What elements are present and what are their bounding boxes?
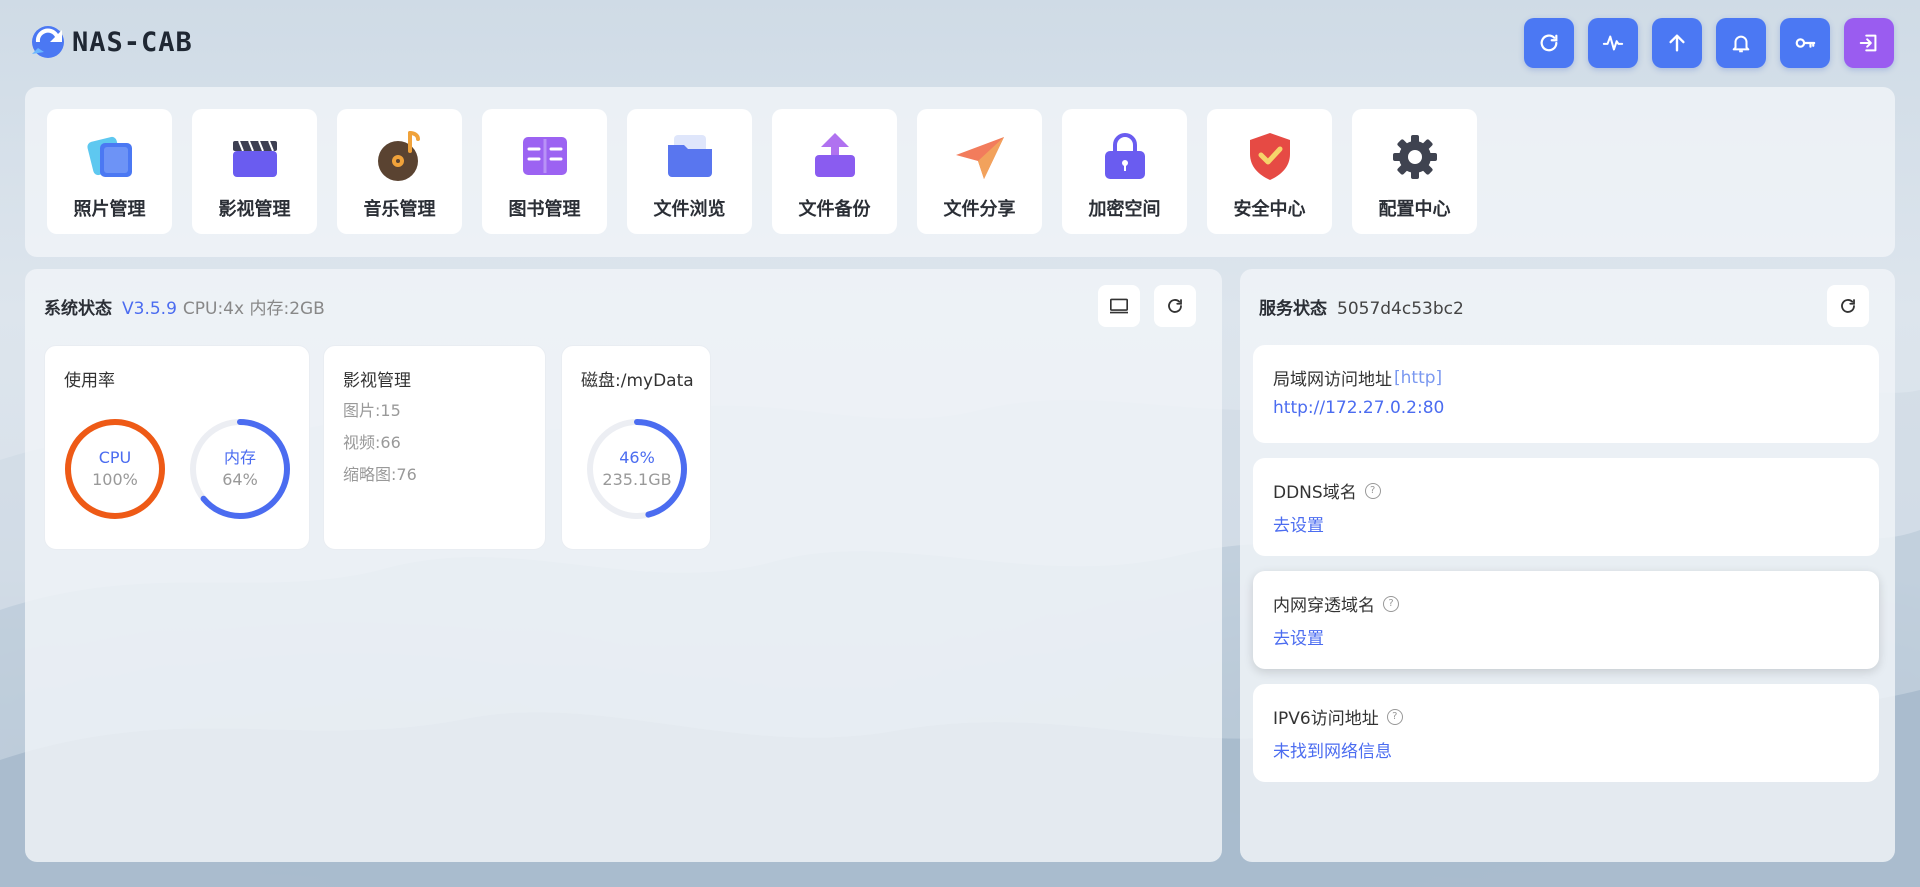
logo-icon [32,26,64,58]
app-name: NAS-CAB [72,26,193,58]
refresh-icon [1168,299,1182,313]
photos-icon [86,136,132,177]
media-stats-card: 影视管理 图片:15 视频:66 缩略图:76 [323,345,546,550]
version-label: V3.5.9 [122,299,177,319]
help-icon[interactable]: ? [1386,708,1403,725]
lan-address-link[interactable]: http://172.27.0.2:80 [1273,398,1444,418]
app-security[interactable]: 安全中心 [1207,109,1332,234]
app-backup[interactable]: 文件备份 [772,109,897,234]
help-icon[interactable]: ? [1383,595,1399,612]
protocol-tag: [http] [1394,367,1443,388]
app-vault[interactable]: 加密空间 [1062,109,1187,234]
notifications-button[interactable] [1716,18,1766,68]
upload-button[interactable] [1652,18,1702,68]
top-toolbar [1524,18,1894,68]
app-photos[interactable]: 照片管理 [47,109,172,234]
bell-icon [1732,35,1750,53]
share-icon [955,137,1004,179]
tunnel-domain-label: 内网穿透域名 [1273,596,1375,616]
ddns-card: DDNS域名 ? 去设置 [1253,458,1879,556]
ddns-label: DDNS域名 [1273,483,1357,503]
refresh-icon [1540,34,1558,52]
app-logo: NAS-CAB [28,22,193,62]
folder-icon [667,135,712,177]
help-icon[interactable]: ? [1364,482,1381,499]
memory-gauge: 内存 64% [188,417,292,521]
system-specs: CPU:4x 内存:2GB [182,299,325,319]
video-count: 视频:66 [343,433,401,452]
system-refresh-button[interactable] [1154,285,1196,327]
disk-percent: 46% [619,448,655,467]
cpu-gauge: CPU 100% [63,417,167,521]
book-icon [522,137,567,175]
service-status-title: 服务状态 [1259,299,1327,319]
app-music[interactable]: 音乐管理 [337,109,462,234]
upload-icon [1669,34,1685,52]
monitor-button[interactable] [1588,18,1638,68]
media-stats-title: 影视管理 [343,371,411,391]
pulse-icon [1602,35,1624,51]
app-files[interactable]: 文件浏览 [627,109,752,234]
disk-title: 磁盘:/myData [581,371,694,391]
refresh-button[interactable] [1524,18,1574,68]
app-settings[interactable]: 配置中心 [1352,109,1477,234]
backup-icon [814,133,855,177]
ipv6-label: IPV6访问地址 [1273,709,1379,729]
key-icon [1795,38,1816,48]
lan-address-card: 局域网访问地址 [http] http://172.27.0.2:80 [1253,345,1879,443]
cpu-label: CPU [98,448,132,467]
ipv6-card: IPV6访问地址 ? 未找到网络信息 [1253,684,1879,782]
refresh-icon [1841,299,1855,313]
logout-icon [1859,34,1877,52]
memory-label: 内存 [223,448,256,467]
app-share[interactable]: 文件分享 [917,109,1042,234]
service-refresh-button[interactable] [1827,285,1869,327]
system-status-panel: 系统状态 V3.5.9 CPU:4x 内存:2GB 使用率 CPU 100% 内… [25,269,1222,862]
tunnel-domain-card: 内网穿透域名 ? 去设置 [1253,571,1879,669]
service-status-header: 服务状态 5057d4c53bc2 [1259,294,1464,319]
lock-icon [1104,133,1145,179]
monitor-view-button[interactable] [1098,285,1140,327]
service-status-panel: 服务状态 5057d4c53bc2 局域网访问地址 [http] http://… [1240,269,1895,862]
system-status-title: 系统状态 [44,299,112,319]
music-icon [377,131,420,181]
app-books[interactable]: 图书管理 [482,109,607,234]
disk-card: 磁盘:/myData 46% 235.1GB [561,345,711,550]
tunnel-setup-link[interactable]: 去设置 [1273,624,1324,649]
disk-gauge: 46% 235.1GB [585,417,689,521]
ddns-setup-link[interactable]: 去设置 [1273,511,1324,536]
usage-card: 使用率 CPU 100% 内存 64% [44,345,310,550]
gear-icon [1392,135,1437,179]
thumbnail-count: 缩略图:76 [343,465,417,484]
video-icon [232,140,277,177]
monitor-icon [1110,298,1128,314]
lan-address-label: 局域网访问地址 [1273,370,1392,390]
system-status-header: 系统状态 V3.5.9 CPU:4x 内存:2GB [44,294,325,319]
app-video[interactable]: 影视管理 [192,109,317,234]
memory-value: 64% [222,470,258,489]
ipv6-status: 未找到网络信息 [1273,742,1392,762]
shield-icon [1249,133,1290,180]
service-id: 5057d4c53bc2 [1337,299,1464,319]
disk-size: 235.1GB [602,470,672,489]
app-launcher: 照片管理 影视管理 音乐管理 图书管理 文件浏览 文件备份 文件分享 加密空间 … [25,87,1895,257]
cpu-value: 100% [92,470,138,489]
key-button[interactable] [1780,18,1830,68]
usage-title: 使用率 [64,371,115,391]
logout-button[interactable] [1844,18,1894,68]
photo-count: 图片:15 [343,401,401,420]
